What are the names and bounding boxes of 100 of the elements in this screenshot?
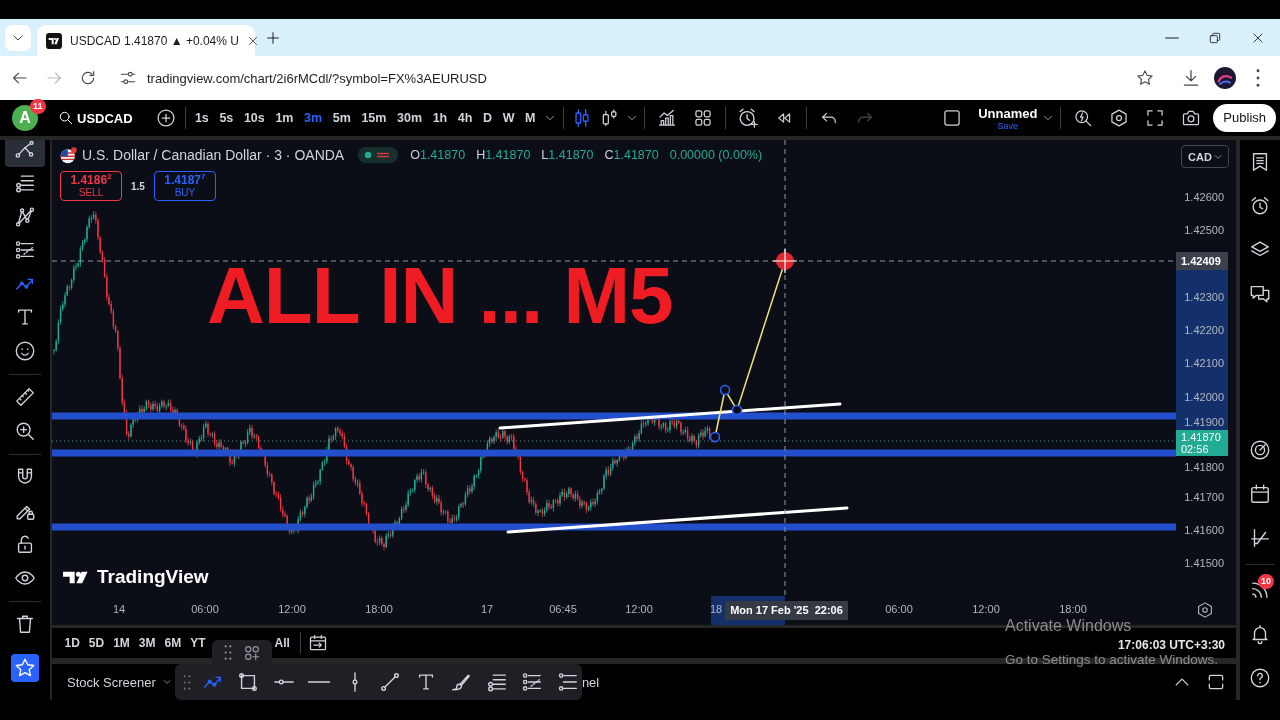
publish-button[interactable]: Publish [1213, 104, 1276, 132]
tool-button[interactable] [5, 140, 45, 167]
restore-icon[interactable] [1207, 30, 1222, 45]
alarm-clock-plus-icon[interactable] [736, 107, 759, 129]
interval-button[interactable]: 5s [214, 104, 239, 132]
help-icon[interactable] [1249, 667, 1271, 689]
buy-button[interactable]: 1.4187$^{7}$ BUY [153, 171, 216, 201]
interval-button[interactable]: 30m [391, 104, 428, 132]
circle-lines-icon[interactable] [556, 671, 579, 693]
range-button[interactable]: All [270, 631, 295, 655]
interval-button[interactable]: 15m [356, 104, 392, 132]
address-field[interactable]: tradingview.com/chart/2i6rMCdl/?symbol=FX%3AEURUSD [147, 70, 487, 86]
price-tick-label: 1.42600 [1184, 190, 1224, 204]
price-tick-label: 1.42200 [1184, 323, 1224, 337]
lightning-search-icon[interactable] [1073, 108, 1094, 128]
minimize-icon[interactable] [1164, 36, 1179, 39]
clock-text: 17:06:03 UTC+3:30 [1117, 638, 1225, 652]
sliders-icon[interactable] [119, 69, 137, 87]
symbol-search-button[interactable]: USDCAD [54, 106, 137, 130]
anchor-handle[interactable] [709, 431, 721, 443]
star-icon[interactable] [1136, 69, 1154, 87]
interval-button[interactable]: W [497, 104, 520, 132]
brush-icon[interactable] [450, 671, 473, 693]
range-button[interactable]: 3M [134, 631, 161, 655]
range-button[interactable]: 5D [84, 631, 109, 655]
fullscreen-icon[interactable] [1145, 108, 1166, 128]
lines-icon[interactable] [485, 671, 508, 693]
time-tick-label: 18 [709, 603, 723, 616]
interval-button[interactable]: 3m [298, 104, 328, 132]
back-arrow-icon[interactable] [11, 69, 29, 87]
interval-button[interactable]: 5m [327, 104, 357, 132]
dashed-lines-icon [14, 239, 36, 262]
dashed-lines-icon[interactable] [521, 671, 544, 693]
profile-avatar-icon[interactable] [1214, 67, 1236, 89]
price-tick-label: 1.41600 [1184, 523, 1224, 537]
range-button[interactable]: 6M [160, 631, 186, 655]
broadcast-icon[interactable] [1249, 579, 1271, 601]
interval-button[interactable]: 10s [238, 104, 271, 132]
reload-icon[interactable] [79, 69, 97, 87]
tool-button[interactable] [11, 654, 39, 682]
ohlc-value: L1.41870 [541, 148, 594, 162]
layout-name[interactable]: Unnamed [978, 105, 1038, 121]
market-status[interactable] [358, 147, 399, 163]
bell-icon[interactable] [1249, 623, 1271, 645]
alarm-clock-icon[interactable] [1249, 195, 1271, 217]
maximize-icon[interactable] [1206, 672, 1226, 692]
time-tick-label: 12:00 [625, 603, 653, 616]
calendar-icon[interactable] [1249, 483, 1271, 505]
save-link[interactable]: Save [997, 120, 1018, 131]
chart-lines-icon[interactable] [1249, 527, 1271, 549]
screener-tab[interactable]: Stock Screener [67, 674, 172, 690]
camera-icon[interactable] [1181, 108, 1202, 128]
settings-icon[interactable] [1109, 108, 1130, 128]
grid-icon[interactable] [692, 108, 713, 128]
ruler-icon [14, 386, 36, 409]
range-button[interactable]: YT [185, 631, 211, 655]
wave-icon [377, 152, 390, 158]
lines-icon [14, 172, 36, 195]
interval-button[interactable]: 4h [452, 104, 478, 132]
caret-icon [161, 677, 172, 687]
search-icon [58, 110, 74, 126]
anchor-handle[interactable] [719, 384, 731, 396]
star-icon [14, 657, 36, 679]
drag-handle-icon[interactable] [223, 644, 232, 661]
time-tick-label: 06:00 [191, 603, 219, 616]
drag-handle-icon[interactable] [183, 673, 191, 691]
plus-circle-icon[interactable] [155, 108, 176, 128]
rectangle-icon[interactable] [237, 671, 260, 693]
ohlc-value: C1.41870 [604, 148, 659, 162]
close-icon[interactable] [246, 34, 259, 47]
interval-button[interactable]: M [519, 104, 541, 132]
plus-icon[interactable] [265, 29, 281, 46]
interval-button[interactable]: D [477, 104, 498, 132]
countdown-text: 02:56 [1181, 443, 1209, 455]
settings-icon[interactable] [1196, 601, 1214, 619]
interval-button[interactable]: 1m [270, 104, 299, 132]
range-button[interactable]: 1M [108, 631, 135, 655]
grid-plus-icon[interactable] [242, 643, 261, 662]
browser-tab[interactable]: USDCAD 1.41870 ▲ +0.04% U [37, 25, 255, 56]
chart-note-text: ALL IN ... M5 [207, 256, 673, 336]
panel-tab[interactable]: nel [581, 674, 600, 690]
interval-button[interactable]: 1s [189, 104, 215, 132]
target-icon[interactable] [1249, 439, 1271, 461]
download-icon[interactable] [1181, 68, 1201, 88]
activation-title: Activate Windows [1005, 617, 1132, 635]
square-icon[interactable] [942, 108, 963, 128]
time-tick-label: 14 [112, 603, 126, 616]
close-icon[interactable] [1250, 30, 1265, 45]
currency-dropdown[interactable]: CAD [1181, 145, 1229, 168]
interval-button[interactable]: 1h [427, 104, 453, 132]
range-button[interactable]: 1D [60, 631, 85, 655]
line-icon[interactable] [379, 671, 402, 693]
time-tick-label: 06:00 [885, 603, 913, 616]
symbol-title[interactable]: U.S. Dollar / Canadian Dollar · 3 · OANDA [82, 147, 345, 163]
sell-button[interactable]: 1.4186$^{2}$ SELL [60, 171, 122, 201]
logo-text: TradingView [97, 566, 209, 588]
chat-icon[interactable] [1249, 283, 1271, 305]
anchor-handle[interactable] [731, 404, 743, 416]
menu-icon[interactable] [1256, 69, 1260, 87]
bar-chart-icon[interactable] [656, 108, 677, 128]
